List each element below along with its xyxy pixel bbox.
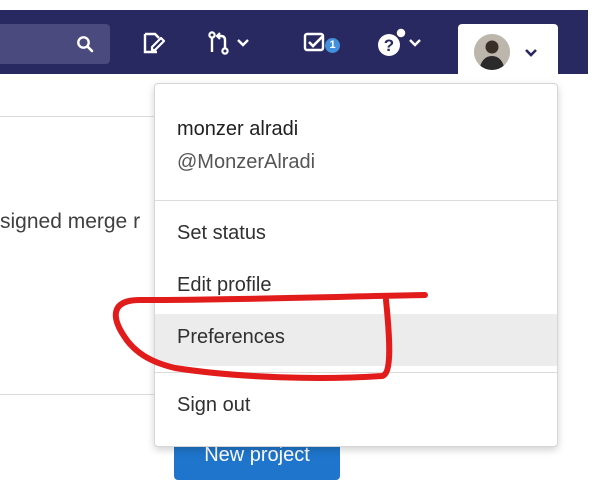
todos-button[interactable]: 1 [302, 30, 340, 56]
avatar [474, 34, 510, 70]
chevron-down-icon [237, 39, 249, 47]
menu-item-preferences[interactable]: Preferences [155, 314, 557, 366]
menu-divider [155, 372, 557, 373]
menu-item-edit-profile[interactable]: Edit profile [155, 262, 557, 314]
help-button[interactable]: ? [376, 28, 422, 56]
todo-count-badge: 1 [325, 37, 340, 53]
issues-icon [143, 32, 166, 54]
page-divider [0, 116, 160, 117]
help-icon: ? [378, 28, 406, 56]
search-box[interactable] [0, 24, 110, 64]
todo-icon [303, 32, 325, 52]
menu-item-set-status[interactable]: Set status [155, 210, 557, 262]
page-divider [0, 394, 160, 395]
user-full-name[interactable]: monzer alradi [177, 118, 298, 141]
top-area: 1 ? [0, 0, 603, 86]
chevron-down-icon [409, 39, 421, 47]
menu-item-label: Set status [177, 222, 266, 244]
menu-divider [155, 200, 557, 201]
svg-text:?: ? [384, 36, 394, 55]
user-handle[interactable]: @MonzerAlradi [177, 151, 315, 174]
menu-item-label: Sign out [177, 394, 251, 416]
merge-request-icon [208, 31, 229, 55]
search-icon [77, 36, 94, 53]
merge-requests-button[interactable] [206, 30, 250, 56]
background-partial-text: signed merge r [0, 210, 141, 233]
menu-item-sign-out[interactable]: Sign out [155, 382, 557, 434]
user-menu-button[interactable] [458, 24, 558, 80]
chevron-down-icon [525, 49, 537, 57]
user-avatar-icon [474, 34, 510, 70]
top-navbar: 1 ? [0, 10, 588, 80]
menu-item-label: Edit profile [177, 274, 272, 296]
issues-button[interactable] [140, 30, 166, 56]
user-dropdown-menu: monzer alradi @MonzerAlradi Set status E… [154, 83, 558, 447]
menu-item-label: Preferences [177, 326, 285, 348]
